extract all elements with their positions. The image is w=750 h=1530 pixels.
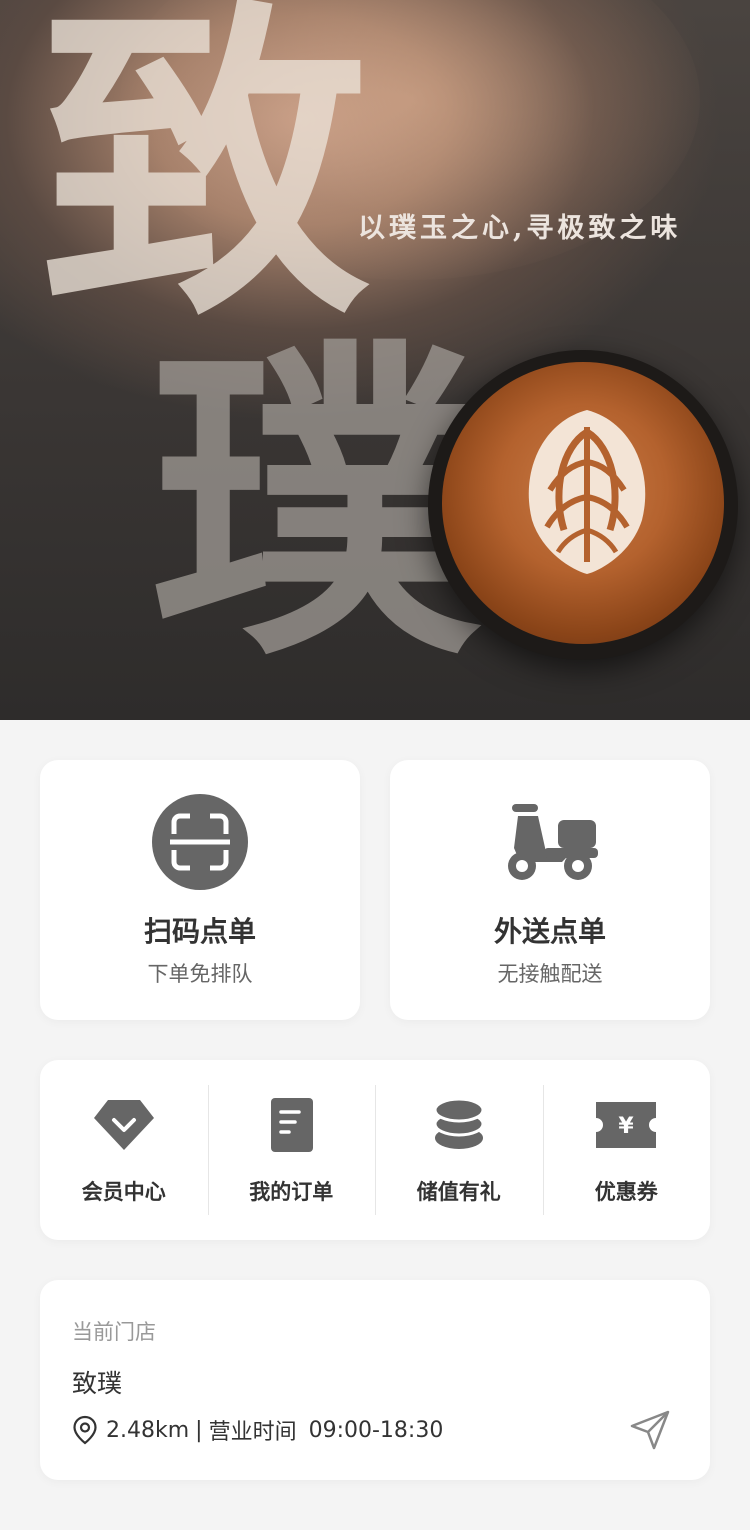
store-name: 致璞	[72, 1369, 123, 1398]
delivery-scooter-icon	[508, 804, 598, 880]
scan-order-title: 扫码点单	[143, 915, 256, 948]
delivery-order-subtitle: 无接触配送	[497, 962, 603, 986]
store-caption: 当前门店	[72, 1320, 156, 1344]
menu-label-my-orders: 我的订单	[249, 1180, 334, 1204]
latte-crema	[442, 362, 724, 644]
menu-item-stored-value[interactable]: 储值有礼	[375, 1060, 543, 1240]
menu-label-stored-value: 储值有礼	[416, 1180, 501, 1204]
store-info-row: 2.48km | 营业时间 09:00-18:30	[72, 1414, 443, 1446]
store-info-separator: |	[195, 1417, 203, 1443]
store-hours-label: 营业时间	[208, 1420, 297, 1445]
menu-label-member-center: 会员中心	[81, 1180, 166, 1204]
latte-cup-image	[428, 350, 738, 660]
store-hours: 09:00-18:30	[308, 1417, 444, 1443]
menu-item-my-orders[interactable]: 我的订单	[207, 1060, 376, 1240]
hero-brand-char-top: 致	[40, 0, 370, 359]
coupon-icon: ¥	[596, 1102, 657, 1148]
menu-label-coupons: 优惠券	[594, 1180, 658, 1204]
svg-text:¥: ¥	[619, 1114, 635, 1139]
function-menu: 会员中心 我的订单 储值有礼 ¥ 优惠券	[40, 1060, 710, 1240]
delivery-order-title: 外送点单	[493, 915, 606, 948]
location-pin-icon	[73, 1415, 97, 1445]
menu-item-member-center[interactable]: 会员中心	[40, 1060, 208, 1240]
store-distance: 2.48km	[106, 1417, 190, 1443]
scan-order-subtitle: 下单免排队	[147, 962, 253, 986]
order-document-icon	[271, 1098, 314, 1152]
coin-stack-icon	[433, 1097, 485, 1149]
hero-slogan: 以璞玉之心,寻极致之味	[358, 213, 682, 244]
hero-banner: 致 璞 以璞玉之心,寻极致之味	[0, 0, 750, 720]
delivery-order-card[interactable]: 外送点单 无接触配送	[390, 760, 710, 1020]
member-diamond-icon	[93, 1100, 154, 1150]
latte-art-icon	[528, 410, 646, 574]
navigate-arrow-icon[interactable]	[628, 1408, 672, 1452]
menu-item-coupons[interactable]: ¥ 优惠券	[542, 1060, 711, 1240]
scan-qr-icon	[152, 794, 248, 890]
scan-order-card[interactable]: 扫码点单 下单免排队	[40, 760, 360, 1020]
current-store-card[interactable]: 当前门店 致璞 2.48km | 营业时间 09:00-18:30	[40, 1280, 710, 1480]
